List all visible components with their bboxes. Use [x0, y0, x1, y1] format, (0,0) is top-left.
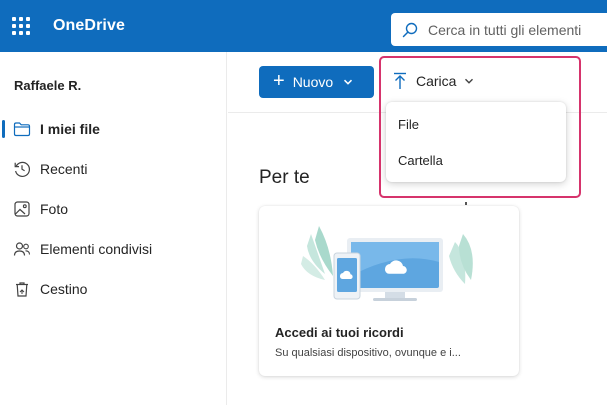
memories-card[interactable]: Accedi ai tuoi ricordi Su qualsiasi disp… — [259, 206, 519, 376]
user-name: Raffaele R. — [14, 78, 82, 93]
trash-icon — [13, 280, 31, 298]
app-title[interactable]: OneDrive — [53, 17, 125, 35]
devices-illustration — [301, 226, 473, 301]
app-launcher-icon[interactable] — [12, 17, 30, 35]
search-input[interactable] — [428, 21, 603, 38]
image-icon — [13, 200, 31, 218]
card-title: Accedi ai tuoi ricordi — [275, 325, 404, 340]
new-button[interactable]: + Nuovo — [259, 66, 374, 98]
sidebar-item-shared[interactable]: Elementi condivisi — [0, 230, 227, 266]
search-icon — [402, 22, 418, 37]
sidebar-item-trash[interactable]: Cestino — [0, 270, 227, 306]
sidebar-item-recent[interactable]: Recenti — [0, 150, 227, 186]
people-icon — [13, 240, 31, 258]
chevron-down-icon — [344, 79, 353, 85]
search-box[interactable] — [391, 13, 607, 46]
sidebar-item-label: Recenti — [40, 161, 88, 177]
sidebar: Raffaele R. I miei file Recenti Foto Ele… — [0, 52, 227, 405]
folder-icon — [13, 120, 31, 138]
highlight-box — [379, 56, 581, 198]
section-title: Per te — [259, 167, 310, 188]
dot-marker — [465, 202, 467, 205]
sidebar-item-my-files[interactable]: I miei file — [0, 110, 227, 146]
sidebar-item-label: Cestino — [40, 281, 88, 297]
top-bar: OneDrive — [0, 0, 607, 52]
sidebar-item-photos[interactable]: Foto — [0, 190, 227, 226]
plus-icon: + — [273, 70, 285, 92]
clock-icon — [13, 160, 31, 178]
sidebar-item-label: Foto — [40, 201, 69, 217]
card-description: Su qualsiasi dispositivo, ovunque e i... — [275, 347, 461, 359]
new-button-label: Nuovo — [292, 74, 334, 90]
sidebar-item-label: Elementi condivisi — [40, 241, 153, 257]
sidebar-item-label: I miei file — [40, 121, 100, 137]
